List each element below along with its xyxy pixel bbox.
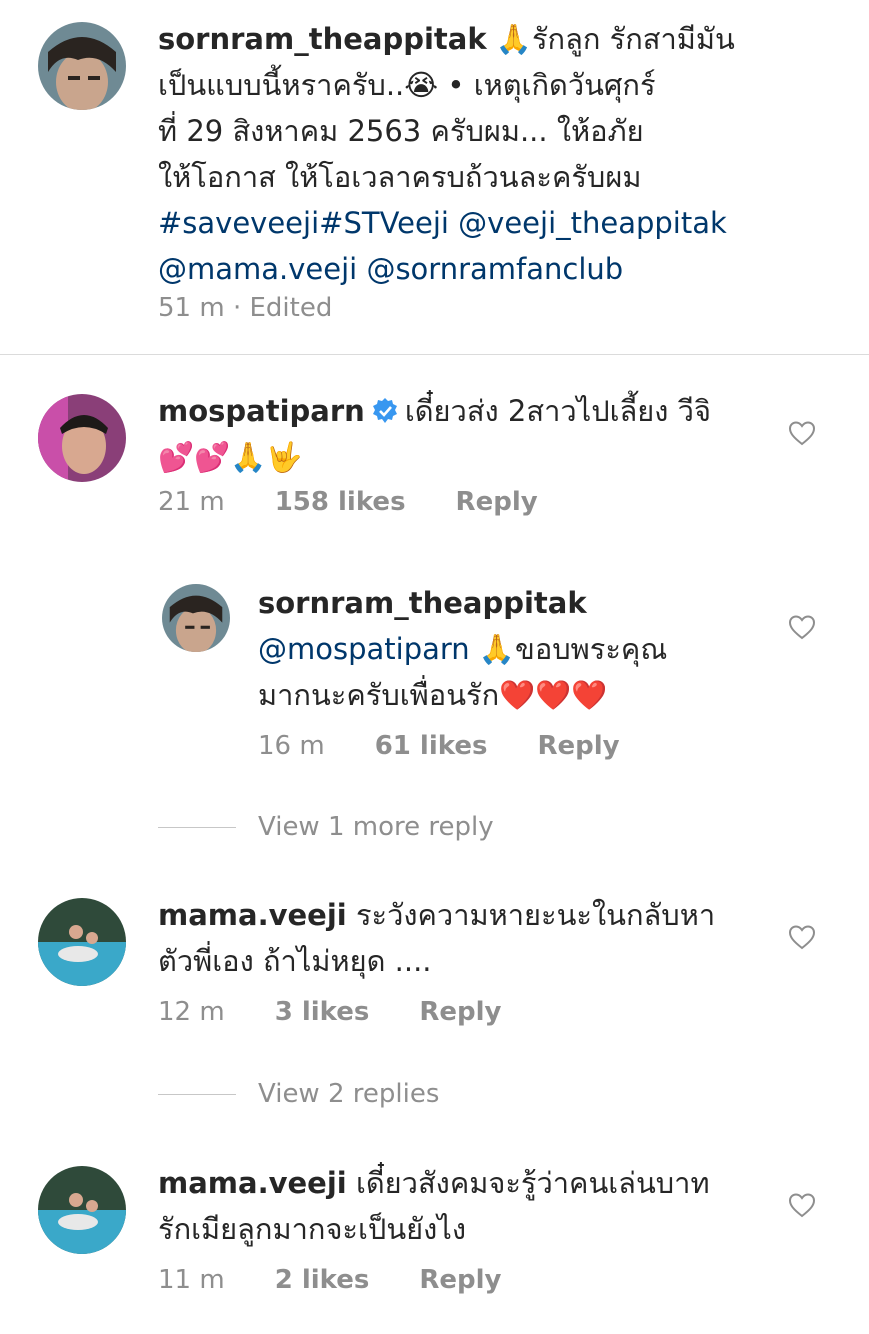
avatar[interactable] bbox=[38, 1166, 126, 1254]
likes-count[interactable]: 2 likes bbox=[275, 1264, 370, 1296]
comment-meta: 21 m 158 likes Reply bbox=[158, 486, 538, 518]
heart-outline-icon[interactable] bbox=[787, 612, 817, 642]
mention-link[interactable]: @mospatiparn bbox=[258, 632, 470, 666]
comment-time: 12 m bbox=[158, 997, 225, 1027]
comment-text: mama.veeji ระวังความหายะนะในกลับหา ตัวพี… bbox=[158, 898, 716, 978]
reply-button[interactable]: Reply bbox=[419, 1264, 501, 1296]
edited-label: · Edited bbox=[232, 293, 333, 323]
avatar[interactable] bbox=[38, 394, 126, 482]
avatar[interactable] bbox=[38, 22, 126, 110]
verified-badge-icon bbox=[372, 398, 397, 423]
avatar[interactable] bbox=[38, 898, 126, 986]
reply-button[interactable]: Reply bbox=[537, 730, 619, 762]
view-more-replies[interactable]: View 1 more reply bbox=[158, 812, 494, 842]
likes-count[interactable]: 158 likes bbox=[275, 486, 406, 518]
caption-time: 51 m bbox=[158, 293, 225, 323]
likes-count[interactable]: 3 likes bbox=[275, 996, 370, 1028]
comment-text: mama.veeji เดี๋ยวสังคมจะรู้ว่าคนเล่นบาท … bbox=[158, 1166, 710, 1246]
caption-text: sornram_theappitak 🙏รักลูก รักสามีมัน เป… bbox=[158, 16, 818, 292]
heart-outline-icon[interactable] bbox=[787, 1190, 817, 1220]
heart-outline-icon[interactable] bbox=[787, 418, 817, 448]
comment-meta: 12 m 3 likes Reply bbox=[158, 996, 502, 1028]
comment-time: 21 m bbox=[158, 487, 225, 517]
divider bbox=[158, 1093, 236, 1095]
comment-meta: 11 m 2 likes Reply bbox=[158, 1264, 502, 1296]
caption-hashtags[interactable]: #saveveeji#STVeeji @veeji_theappitak bbox=[158, 200, 818, 246]
view-more-replies[interactable]: View 2 replies bbox=[158, 1079, 439, 1109]
reply-button[interactable]: Reply bbox=[456, 486, 538, 518]
caption-mentions[interactable]: @mama.veeji @sornramfanclub bbox=[158, 246, 818, 292]
caption-meta: 51 m · Edited bbox=[158, 292, 332, 324]
comment-time: 16 m bbox=[258, 731, 325, 761]
heart-outline-icon[interactable] bbox=[787, 922, 817, 952]
comment-text: mospatiparn เดี๋ยวส่ง 2สาวไปเลี้ยง วีจิ 💕… bbox=[158, 394, 711, 474]
comment-username[interactable]: mospatiparn bbox=[158, 394, 365, 428]
comment-username[interactable]: mama.veeji bbox=[158, 898, 347, 932]
caption-username[interactable]: sornram_theappitak bbox=[158, 22, 487, 56]
reply-username[interactable]: sornram_theappitak bbox=[258, 580, 758, 626]
divider bbox=[158, 826, 236, 828]
comment-time: 11 m bbox=[158, 1265, 225, 1295]
reply-text: sornram_theappitak @mospatiparn 🙏ขอบพระค… bbox=[258, 580, 758, 718]
reply-meta: 16 m 61 likes Reply bbox=[258, 730, 620, 762]
comment-username[interactable]: mama.veeji bbox=[158, 1166, 347, 1200]
reply-button[interactable]: Reply bbox=[419, 996, 501, 1028]
divider bbox=[0, 354, 869, 355]
likes-count[interactable]: 61 likes bbox=[375, 730, 488, 762]
avatar[interactable] bbox=[162, 584, 230, 652]
